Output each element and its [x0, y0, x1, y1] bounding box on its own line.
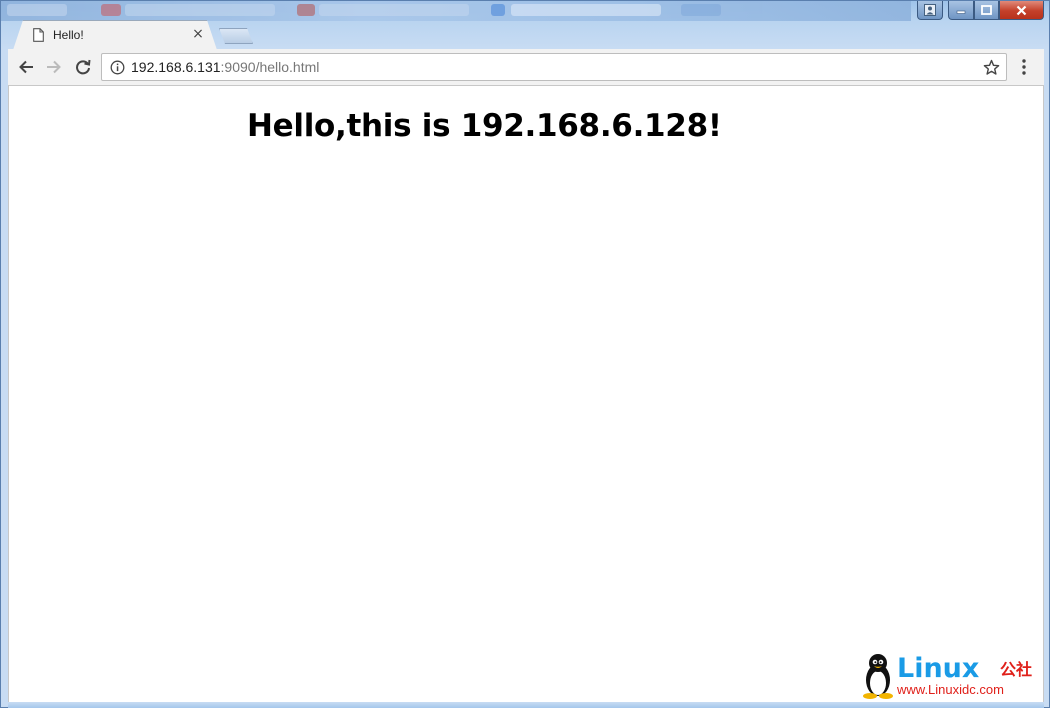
forward-button[interactable]	[42, 55, 66, 79]
maximize-icon	[981, 5, 992, 15]
minimize-icon	[956, 10, 966, 14]
minimize-button[interactable]	[948, 1, 974, 20]
url-host: 192.168.6.131	[131, 59, 221, 75]
browser-toolbar: 192.168.6.131:9090/hello.html	[8, 49, 1044, 86]
arrow-left-icon	[19, 60, 33, 74]
tab-title: Hello!	[53, 28, 84, 42]
close-window-button[interactable]	[999, 1, 1044, 20]
maximize-button[interactable]	[974, 1, 999, 20]
blurred-tab	[297, 4, 315, 16]
blurred-tab	[681, 4, 721, 16]
new-tab-button[interactable]	[219, 28, 253, 44]
tab-close-button[interactable]: ×	[191, 27, 205, 41]
linuxidc-watermark: Linux 公社 www.Linuxidc.com	[863, 653, 1032, 699]
active-tab[interactable]: Hello! ×	[13, 20, 217, 50]
browser-window: Hello! × 192.168.6.131:9090/hello.html H…	[0, 0, 1050, 708]
url-text[interactable]: 192.168.6.131:9090/hello.html	[131, 59, 319, 75]
close-icon	[1016, 5, 1027, 15]
penguin-logo	[863, 654, 893, 699]
window-bottom-border	[8, 702, 1044, 708]
window-controls	[917, 1, 1044, 21]
reload-icon	[76, 59, 91, 75]
vertical-dots-icon[interactable]	[1018, 57, 1030, 77]
page-icon	[33, 28, 44, 42]
reload-button[interactable]	[71, 55, 95, 79]
info-icon[interactable]	[110, 60, 125, 75]
page-heading: Hello,this is 192.168.6.128!	[247, 108, 722, 144]
watermark-url: www.Linuxidc.com	[896, 682, 1004, 697]
star-icon[interactable]	[983, 59, 1000, 76]
blurred-tab	[319, 4, 469, 16]
blurred-tab	[7, 4, 67, 16]
watermark-brand: Linux	[897, 653, 979, 684]
arrow-right-icon	[47, 60, 61, 74]
address-bar[interactable]: 192.168.6.131:9090/hello.html	[101, 53, 1007, 81]
back-button[interactable]	[14, 55, 38, 79]
url-path: :9090/hello.html	[220, 59, 320, 75]
user-button[interactable]	[917, 1, 943, 20]
background-window-strip	[1, 1, 911, 21]
blurred-tab	[511, 4, 661, 16]
user-icon	[924, 4, 936, 16]
blurred-tab	[101, 4, 121, 16]
blurred-tab	[491, 4, 505, 16]
blurred-tab	[125, 4, 275, 16]
page-viewport: Hello,this is 192.168.6.128! Linux 公社 ww…	[8, 86, 1044, 702]
watermark-brand-suffix: 公社	[1000, 660, 1032, 679]
